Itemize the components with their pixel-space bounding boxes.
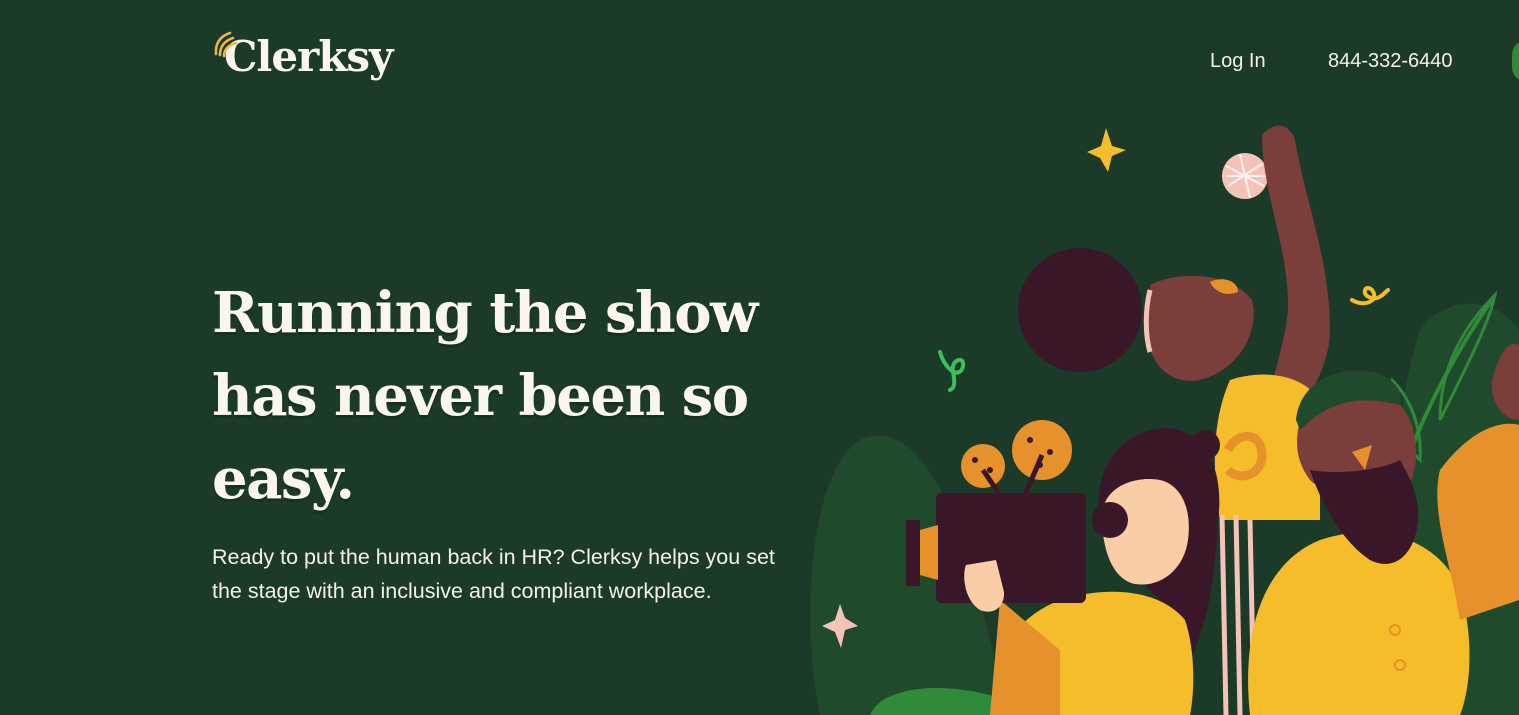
hero-title-line-3: easy. — [212, 446, 355, 512]
film-reel-icon — [961, 444, 1005, 488]
hero-title-line-2: has never been so — [212, 363, 749, 429]
login-link[interactable]: Log In — [1210, 50, 1266, 73]
curly-hair — [1018, 248, 1142, 372]
squiggle-green-icon — [938, 350, 966, 392]
clerksy-logo[interactable]: Clerksy — [212, 28, 393, 78]
hero-title-line-1: Running the show — [212, 280, 758, 346]
camera-icon — [936, 493, 1086, 603]
hero-subtitle: Ready to put the human back in HR? Clerk… — [212, 545, 775, 603]
hero-title: Running the show has never been so easy. — [212, 272, 772, 521]
squiggle-yellow-icon — [1350, 286, 1390, 306]
landing-page: Clerksy Log In 844-332-6440 Running the … — [0, 0, 1519, 715]
star-yellow-icon — [1087, 128, 1126, 172]
get-started-button[interactable] — [1512, 40, 1519, 82]
film-reel-icon — [1012, 420, 1072, 480]
bearded-man-body — [1248, 532, 1470, 715]
phone-link[interactable]: 844-332-6440 — [1328, 50, 1453, 73]
hero-illustration — [810, 125, 1519, 715]
clerksy-logo-mark-icon — [214, 31, 238, 58]
